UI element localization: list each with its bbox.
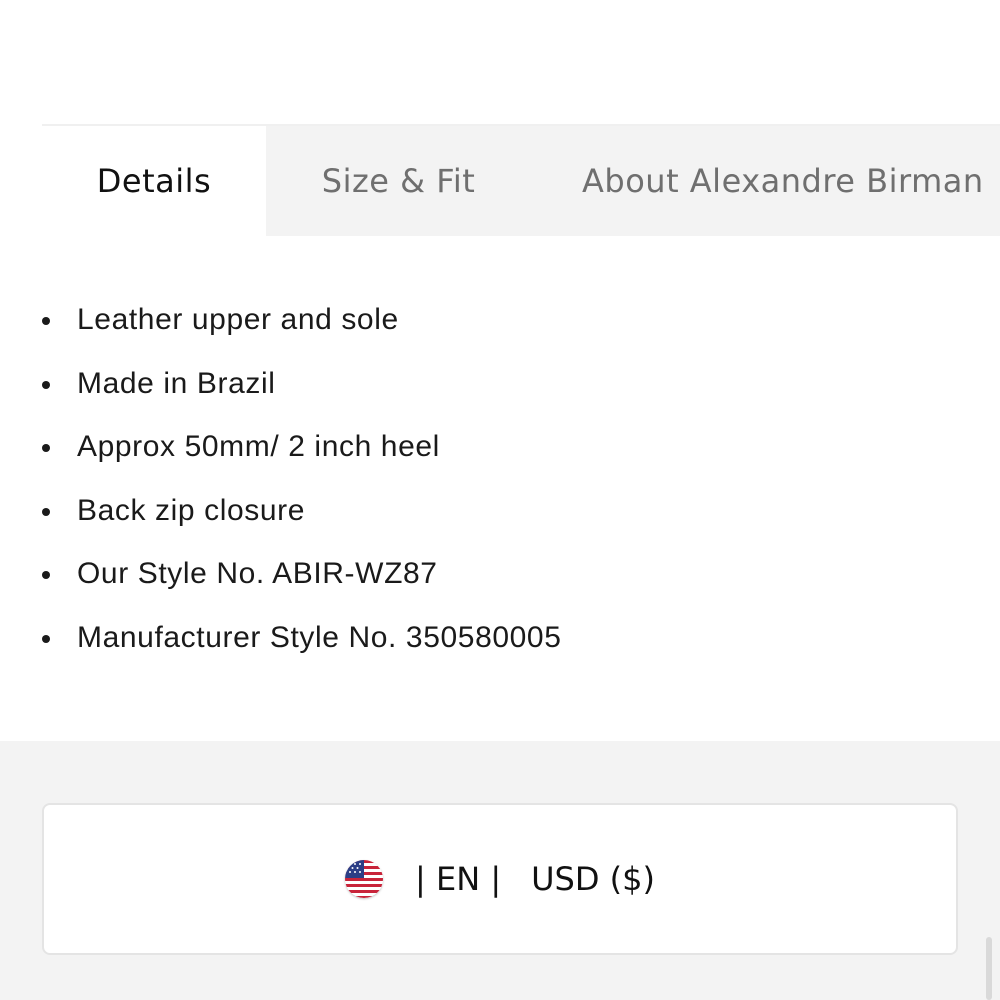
currency-label: USD ($) <box>531 860 655 898</box>
list-item: Made in Brazil <box>42 352 562 416</box>
detail-text: Back zip closure <box>77 493 306 527</box>
detail-text: Made in Brazil <box>77 366 276 400</box>
tab-details-label: Details <box>96 162 212 200</box>
detail-text: Approx 50mm/ 2 inch heel <box>77 430 440 463</box>
bullet-icon <box>42 317 50 325</box>
tab-about-brand[interactable]: About Alexandre Birman <box>531 126 984 236</box>
locale-selector-button[interactable]: | EN | USD ($) <box>42 803 958 955</box>
language-label: | EN | <box>415 860 502 898</box>
bullet-icon <box>42 634 50 643</box>
tab-size-fit[interactable]: Size & Fit <box>266 126 531 236</box>
list-item: Back zip closure <box>42 479 562 543</box>
list-item: Manufacturer Style No. 350580005 <box>42 606 562 670</box>
bullet-icon <box>42 571 50 579</box>
detail-text: Our Style No. ABIR-WZ87 <box>77 557 438 590</box>
scrollbar[interactable] <box>986 937 992 1000</box>
product-details-page: Details Size & Fit About Alexandre Birma… <box>0 0 1000 1000</box>
footer: | EN | USD ($) <box>0 741 1000 1000</box>
list-item: Leather upper and sole <box>42 288 562 352</box>
tab-size-fit-label: Size & Fit <box>321 162 476 200</box>
bullet-icon <box>42 507 50 516</box>
list-item: Our Style No. ABIR-WZ87 <box>42 542 562 606</box>
tab-about-brand-label: About Alexandre Birman <box>582 162 984 200</box>
details-list: Leather upper and sole Made in Brazil Ap… <box>42 288 562 669</box>
detail-text: Manufacturer Style No. 350580005 <box>77 620 562 654</box>
us-flag-icon <box>345 860 384 898</box>
bullet-icon <box>42 444 50 452</box>
tab-details[interactable]: Details <box>42 126 266 236</box>
product-info-tabs: Details Size & Fit About Alexandre Birma… <box>42 124 1000 236</box>
bullet-icon <box>42 380 50 389</box>
detail-text: Leather upper and sole <box>77 303 399 336</box>
list-item: Approx 50mm/ 2 inch heel <box>42 415 562 479</box>
